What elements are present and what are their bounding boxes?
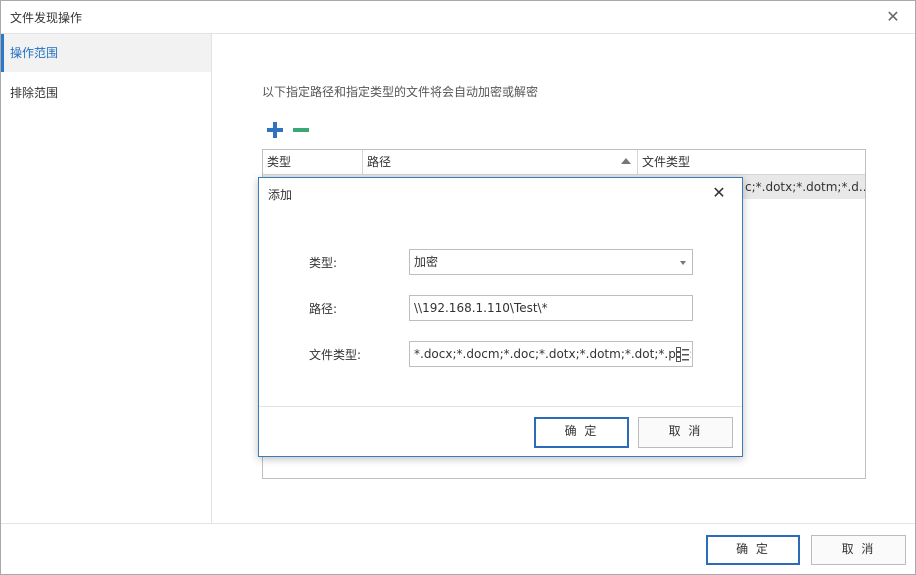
- list-select-icon[interactable]: [676, 346, 690, 362]
- cell-filetypes: c;*.dotx;*.dotm;*.d...: [745, 180, 865, 194]
- sidebar: 操作范围 排除范围: [1, 34, 212, 524]
- chevron-down-icon: [680, 261, 686, 265]
- filetype-input[interactable]: *.docx;*.docm;*.doc;*.dotx;*.dotm;*.dot;…: [409, 341, 693, 367]
- sidebar-item-label: 操作范围: [10, 46, 59, 60]
- dialog-title: 添加: [268, 188, 293, 202]
- close-icon[interactable]: ✕: [883, 7, 903, 27]
- column-header-type[interactable]: 类型: [263, 150, 363, 174]
- filetype-input-value: *.docx;*.docm;*.doc;*.dotx;*.dotm;*.dot;…: [414, 347, 692, 361]
- type-select[interactable]: 加密: [409, 249, 693, 275]
- type-label: 类型:: [309, 256, 338, 270]
- path-label: 路径:: [309, 302, 338, 316]
- table-header: 类型 路径 文件类型: [263, 150, 865, 175]
- column-header-path-label: 路径: [367, 155, 392, 169]
- sort-ascending-icon: [621, 158, 631, 164]
- minus-icon[interactable]: [292, 121, 310, 139]
- window-title: 文件发现操作: [10, 11, 83, 25]
- cancel-button[interactable]: 取 消: [811, 535, 906, 565]
- type-select-value: 加密: [414, 255, 439, 269]
- ok-button[interactable]: 确 定: [706, 535, 800, 565]
- column-header-path[interactable]: 路径: [363, 150, 638, 174]
- footer-divider: [1, 523, 915, 524]
- dialog-ok-button[interactable]: 确 定: [534, 417, 629, 448]
- dialog-divider: [259, 406, 742, 407]
- column-header-filetype[interactable]: 文件类型: [638, 150, 865, 174]
- sidebar-item-exclude[interactable]: 排除范围: [1, 74, 211, 112]
- sidebar-item-scope[interactable]: 操作范围: [1, 34, 211, 72]
- dialog-cancel-button[interactable]: 取 消: [638, 417, 733, 448]
- add-dialog: 添加 ✕ 类型: 加密 路径: \\192.168.1.110\Test\* 文…: [258, 177, 743, 457]
- description-text: 以下指定路径和指定类型的文件将会自动加密或解密: [262, 85, 539, 99]
- path-input[interactable]: \\192.168.1.110\Test\*: [409, 295, 693, 321]
- close-icon[interactable]: ✕: [710, 184, 728, 202]
- filetype-label: 文件类型:: [309, 348, 362, 362]
- sidebar-item-label: 排除范围: [10, 86, 59, 100]
- plus-icon[interactable]: [266, 121, 284, 139]
- title-bar: 文件发现操作 ✕: [1, 1, 915, 34]
